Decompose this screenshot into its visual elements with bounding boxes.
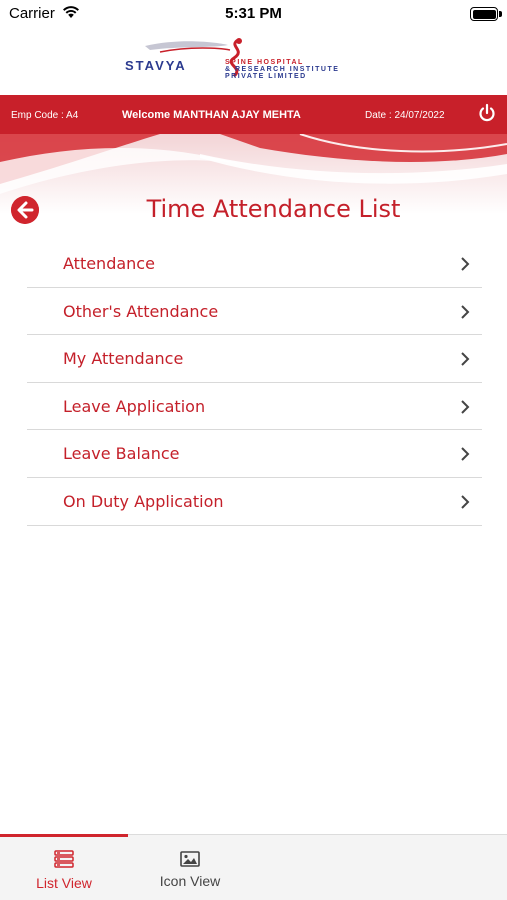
user-header-bar: Emp Code : A4 Welcome MANTHAN AJAY MEHTA… [0,95,507,134]
stavya-logo: STAVYA SPINE HOSPITAL & RESEARCH INSTITU… [125,38,339,80]
list-icon [54,850,74,868]
status-time: 5:31 PM [225,5,282,22]
battery-icon [470,7,498,21]
menu-item-on-duty-application[interactable]: On Duty Application [27,478,482,526]
emp-code: Emp Code : A4 [11,110,79,121]
bottom-tab-bar: List View Icon View [0,834,507,900]
menu-item-others-attendance[interactable]: Other's Attendance [27,288,482,336]
back-arrow-icon[interactable] [11,196,39,224]
menu-item-label: On Duty Application [63,491,224,511]
logo-brand-text: STAVYA [125,58,187,73]
chevron-right-icon [461,304,470,319]
power-icon[interactable] [477,103,497,123]
chevron-right-icon [461,257,470,271]
logo-line2: & RESEARCH INSTITUTE [225,66,339,73]
menu-item-label: Attendance [63,254,155,273]
menu-item-label: My Attendance [63,349,184,369]
chevron-right-icon [461,495,470,509]
tab-list-view[interactable]: List View [0,835,128,900]
header-date: Date : 24/07/2022 [365,110,445,121]
tab-label: List View [36,875,92,891]
menu-item-my-attendance[interactable]: My Attendance [27,335,482,383]
menu-item-label: Leave Application [63,396,206,416]
chevron-right-icon [461,352,470,366]
logo-line3: PRIVATE LIMITED [225,73,307,80]
tab-icon-view[interactable]: Icon View [126,835,254,900]
tab-label: Icon View [159,873,221,889]
welcome-text: Welcome MANTHAN AJAY MEHTA [122,109,301,121]
menu-item-leave-application[interactable]: Leave Application [27,383,482,431]
status-bar: Carrier 5:31 PM [0,0,507,30]
page-title: Time Attendance List [146,195,401,223]
menu-item-leave-balance[interactable]: Leave Balance [27,430,482,478]
menu-list: Attendance Other's Attendance My Attenda… [27,240,482,526]
chevron-right-icon [461,447,470,462]
logo-line1: SPINE HOSPITAL [225,59,304,66]
menu-item-attendance[interactable]: Attendance [27,240,482,288]
menu-item-label: Other's Attendance [63,301,219,321]
image-icon [180,851,200,867]
chevron-right-icon [461,400,470,414]
menu-item-label: Leave Balance [63,444,180,464]
